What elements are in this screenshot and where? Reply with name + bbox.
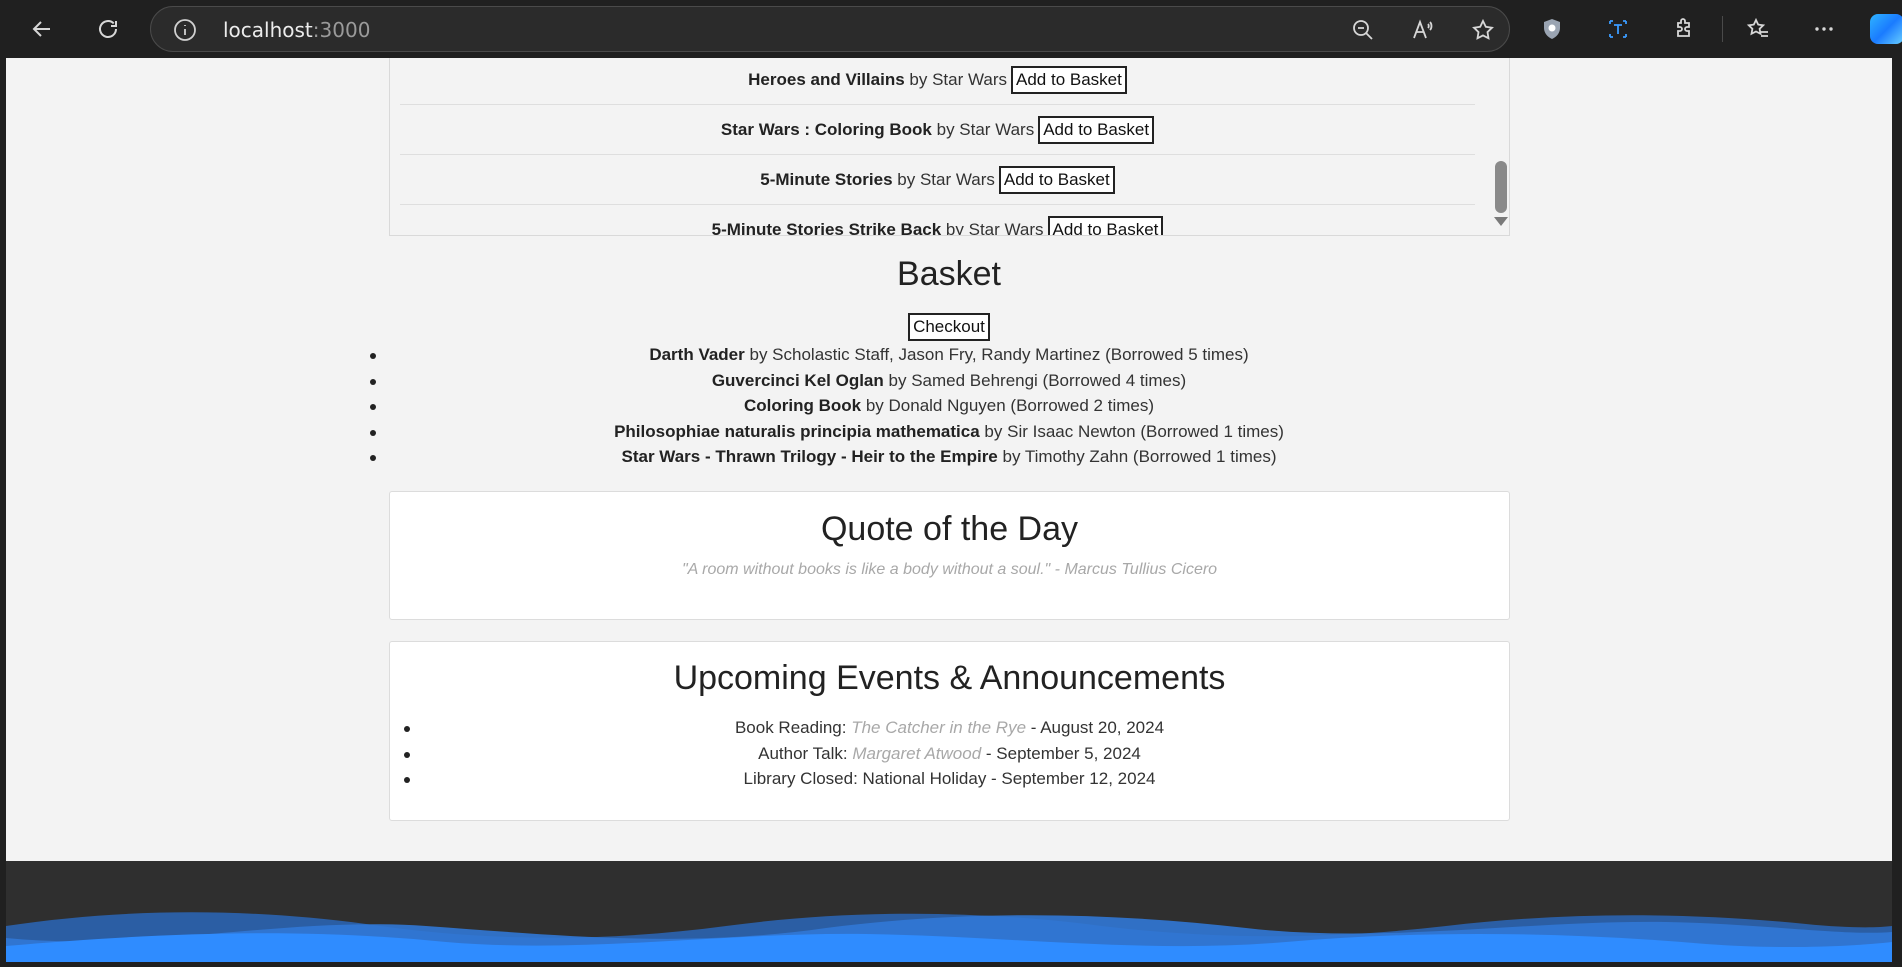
refresh-icon[interactable] [88,9,128,49]
event-date: - September 5, 2024 [985,743,1141,763]
url-host: localhost [223,18,313,42]
basket-item: Guvercinci Kel Oglan by Samed Behrengi (… [6,368,1892,394]
basket-item: Darth Vader by Scholastic Staff, Jason F… [6,342,1892,368]
quote-title: Quote of the Day [820,510,1079,548]
catalog-row: 5-Minute Stories by Star Wars Add to Bas… [400,155,1475,205]
info-icon[interactable] [173,18,197,42]
add-to-basket-button[interactable]: Add to Basket [1038,115,1155,144]
book-author: by Star Wars [909,69,1008,89]
basket-item-title: Star Wars - Thrawn Trilogy - Heir to the… [621,447,998,467]
event-item: Author Talk: Margaret Atwood - September… [390,741,1509,767]
book-title: 5-Minute Stories [760,169,893,189]
scroll-down-arrow-icon[interactable] [1494,217,1508,226]
quote-card: Quote of the Day "A room without books i… [389,491,1510,620]
add-to-basket-button[interactable]: Add to Basket [1011,65,1127,94]
book-author: by Star Wars [936,119,1035,139]
footer-wave [6,912,1892,962]
events-list: Book Reading: The Catcher in the Rye - A… [390,715,1509,792]
event-subject: The Catcher in the Rye [851,718,1027,737]
basket-list: Darth Vader by Scholastic Staff, Jason F… [6,342,1892,470]
copilot-icon[interactable] [1870,14,1902,44]
catalog-row: 5-Minute Stories Strike Back by Star War… [400,205,1475,236]
browser-toolbar: localhost:3000 [0,0,1902,58]
zoom-out-icon[interactable] [1343,10,1383,50]
event-date: - August 20, 2024 [1030,718,1165,737]
basket-item: Philosophiae naturalis principia mathema… [6,419,1892,445]
book-author: by Star Wars [897,169,995,189]
basket-item-title: Philosophiae naturalis principia mathema… [614,421,980,441]
event-label: Library Closed: National Holiday - Septe… [743,769,1156,789]
favorites-icon[interactable] [1738,9,1778,49]
events-title: Upcoming Events & Announcements [673,659,1226,697]
add-to-basket-button[interactable]: Add to Basket [1047,215,1164,235]
catalog-scroll-thumb[interactable] [1495,161,1507,213]
url-port: :3000 [312,18,371,42]
catalog-row: Heroes and Villains by Star Wars Add to … [400,58,1475,105]
events-card: Upcoming Events & Announcements Book Rea… [389,641,1510,821]
basket-item-title: Guvercinci Kel Oglan [711,370,884,390]
basket-item-title: Darth Vader [649,345,745,364]
basket-item-details: by Sir Isaac Newton (Borrowed 1 times) [984,421,1284,441]
checkout-button[interactable]: Checkout [908,313,990,341]
add-to-basket-button[interactable]: Add to Basket [998,165,1115,194]
book-author: by Star Wars [945,219,1044,236]
book-title: Heroes and Villains [748,69,905,89]
catalog-panel[interactable]: Heroes and Villains by Star Wars Add to … [389,58,1510,236]
quote-text: "A room without books is like a body wit… [681,561,1218,578]
basket-item-details: by Timothy Zahn (Borrowed 1 times) [1002,447,1277,467]
checkout-wrap: Checkout [6,313,1892,341]
translate-icon[interactable] [1598,9,1638,49]
favorite-star-icon[interactable] [1463,10,1503,50]
shield-icon[interactable] [1532,9,1572,49]
event-label: Author Talk: [758,743,848,763]
extensions-icon[interactable] [1664,9,1704,49]
event-item: Book Reading: The Catcher in the Rye - A… [390,715,1509,741]
book-title: Star Wars : Coloring Book [720,119,932,139]
basket-item-details: by Samed Behrengi (Borrowed 4 times) [888,370,1187,390]
read-aloud-icon[interactable] [1403,10,1443,50]
basket-item-title: Coloring Book [743,396,862,416]
more-icon[interactable] [1804,9,1844,49]
address-bar[interactable]: localhost:3000 [150,6,1510,52]
toolbar-separator [1722,16,1723,42]
event-label: Book Reading: [734,718,847,737]
catalog-scrollbar[interactable] [1489,58,1509,235]
basket-title: Basket [897,255,1001,293]
back-icon[interactable] [22,9,62,49]
book-title: 5-Minute Stories Strike Back [711,219,942,236]
page-viewport: Heroes and Villains by Star Wars Add to … [6,58,1892,962]
catalog-row: Star Wars : Coloring Book by Star Wars A… [400,105,1475,155]
event-item: Library Closed: National Holiday - Septe… [390,766,1509,792]
basket-item-details: by Donald Nguyen (Borrowed 2 times) [865,396,1155,416]
url-text[interactable]: localhost:3000 [223,18,370,42]
basket-item-details: by Scholastic Staff, Jason Fry, Randy Ma… [749,345,1249,364]
basket-item: Star Wars - Thrawn Trilogy - Heir to the… [6,444,1892,470]
footer [6,861,1892,962]
basket-item: Coloring Book by Donald Nguyen (Borrowed… [6,393,1892,419]
event-subject: Margaret Atwood [852,743,982,763]
